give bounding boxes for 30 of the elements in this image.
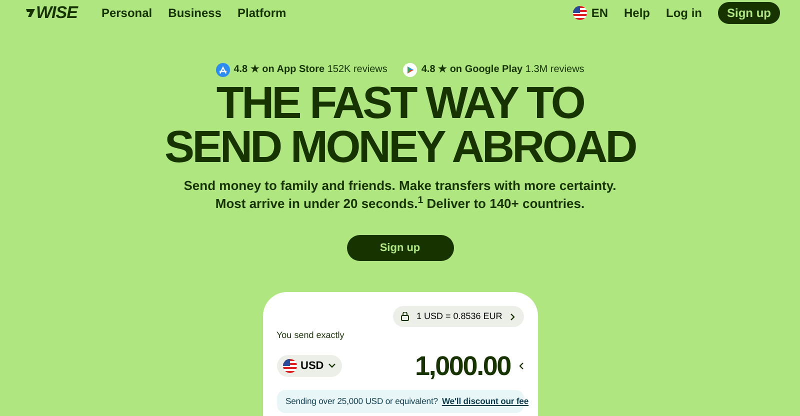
subtitle: Most arrive in under 20 seconds.$^{1}$ Deliver to 140+ countries. (214, 195, 586, 213)
logo[interactable]: WISE (36, 0, 78, 26)
nav-link[interactable]: Personal (101, 4, 152, 22)
chevron-down-icon (328, 363, 336, 368)
nav-link[interactable]: Platform (238, 4, 286, 22)
login-link[interactable]: Log in (666, 4, 702, 22)
headline: THE FAST WAY TO (216, 81, 584, 125)
chevron-right-icon (510, 312, 516, 320)
language-link[interactable]: EN (591, 4, 608, 22)
notice-text: Sending over 25,000 USD or equivalent? (286, 395, 438, 408)
nav-link[interactable]: Business (168, 4, 222, 22)
field-label: You send exactly (276, 329, 346, 342)
currency-selector[interactable]: USD (276, 354, 342, 377)
rating-text: 4.8 ★ on Google Play 1.3M reviews (421, 63, 584, 77)
discount-link[interactable]: We'll discount our fee (442, 395, 529, 408)
lock-icon (400, 312, 408, 321)
amount-value[interactable]: 1,000.00 (415, 346, 510, 386)
google-play-icon (403, 62, 418, 76)
headline: SEND MONEY ABROAD (164, 125, 636, 169)
signup-button[interactable]: Sign up (346, 235, 454, 261)
us-flag-icon (573, 6, 588, 20)
rating-text: 4.8 ★ on App Store 152K reviews (234, 63, 388, 77)
help-link[interactable]: Help (624, 4, 650, 22)
chevron-left-icon[interactable] (518, 362, 524, 370)
signup-button[interactable]: Sign up (718, 2, 780, 24)
logo-icon (26, 8, 36, 18)
subtitle: Send money to family and friends. Make transfers with more certainty. (184, 177, 616, 195)
us-flag-icon (282, 358, 296, 373)
app-store-icon (216, 62, 230, 76)
exchange-rate-button[interactable]: 1 USD = 0.8536 EUR (392, 306, 524, 327)
